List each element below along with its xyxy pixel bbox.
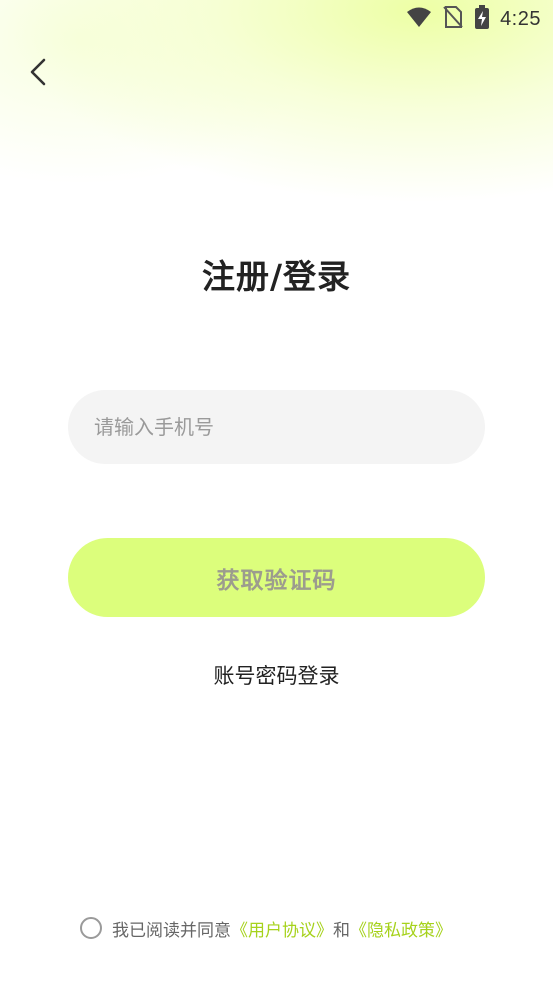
no-sim-icon [442, 5, 464, 33]
header-gradient-background [0, 0, 553, 260]
chevron-left-icon [28, 57, 48, 91]
page-title: 注册/登录 [201, 257, 352, 296]
agree-checkbox[interactable] [80, 917, 102, 939]
status-time: 4:25 [500, 7, 541, 30]
status-bar: 4:25 [0, 0, 553, 38]
agreement-prefix: 我已阅读并同意 [112, 920, 231, 941]
agreement-row: 我已阅读并同意 《用户协议》 和 《隐私政策》 [80, 914, 452, 942]
battery-charging-icon [474, 5, 490, 33]
user-agreement-link[interactable]: 《用户协议》 [231, 916, 333, 941]
status-icons: 4:25 [406, 5, 541, 33]
agreement-conjunction: 和 [333, 920, 350, 941]
phone-number-input[interactable] [68, 390, 485, 464]
back-button[interactable] [20, 56, 56, 92]
privacy-policy-link[interactable]: 《隐私政策》 [350, 916, 452, 941]
get-verification-code-button[interactable]: 获取验证码 [68, 538, 485, 617]
password-login-link[interactable]: 账号密码登录 [0, 660, 553, 690]
wifi-icon [406, 6, 432, 32]
